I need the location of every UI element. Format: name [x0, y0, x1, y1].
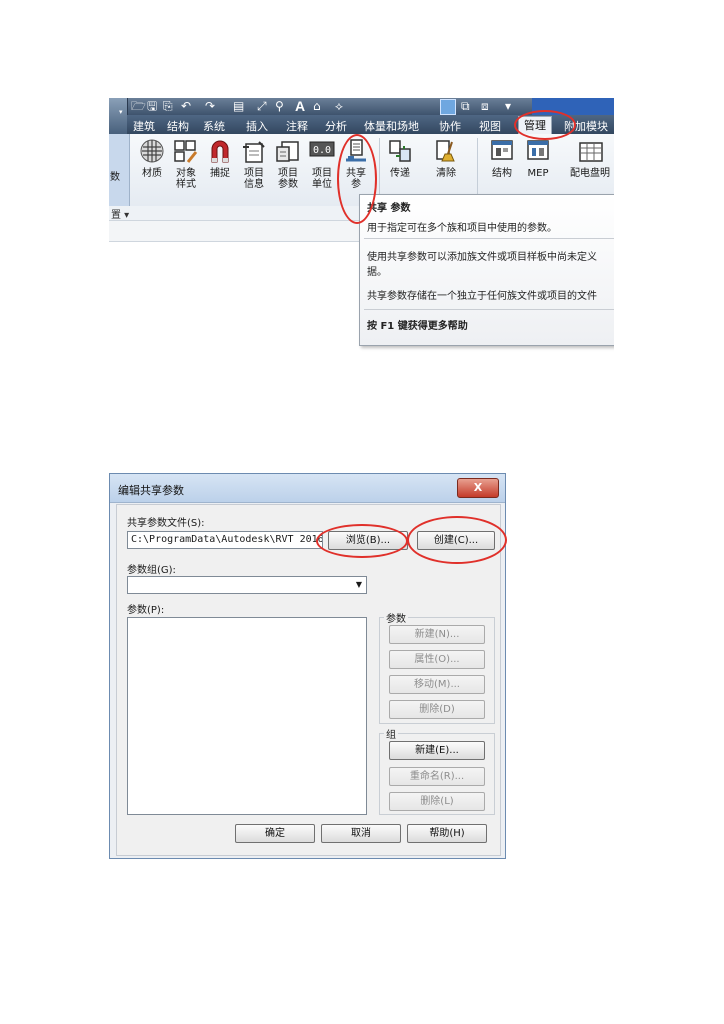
tooltip-detail-1b: 据。	[367, 267, 387, 278]
measure-icon[interactable]: ⤢	[257, 99, 267, 113]
delete-parameter-button[interactable]: 删除(D)	[389, 700, 485, 719]
panel-separator	[379, 138, 380, 196]
sync-icon[interactable]: ⎘	[163, 99, 173, 113]
annotation-circle-create	[407, 516, 507, 564]
shared-file-label: 共享参数文件(S):	[127, 518, 205, 529]
tab-collaborate[interactable]: 协作	[439, 118, 461, 134]
edit-shared-parameters-dialog: 编辑共享参数 X 共享参数文件(S): C:\ProgramData\Autod…	[109, 473, 507, 859]
shared-parameters-tooltip: 共享 参数 用于指定可在多个族和项目中使用的参数。 使用共享参数可以添加族文件或…	[359, 194, 614, 346]
tooltip-description: 用于指定可在多个族和项目中使用的参数。	[367, 223, 557, 234]
redo-icon[interactable]: ↷	[205, 99, 215, 113]
revit-ribbon-screenshot: ▾ 🗁 🖫 ⎘ ↶ ↷ ▤ ⤢ ⚲ A ⌂ ⟡ ⧉ ⧈ ▾ 建筑 结构 系统 插…	[109, 98, 614, 458]
panel-separator	[477, 138, 478, 196]
tooltip-help-hint: 按 F1 键获得更多帮助	[367, 321, 468, 332]
tab-insert[interactable]: 插入	[246, 118, 268, 134]
dialog-title: 编辑共享参数	[118, 484, 184, 497]
new-parameter-button[interactable]: 新建(N)...	[389, 625, 485, 644]
cancel-button[interactable]: 取消	[321, 824, 401, 843]
tool-object-styles[interactable]: 对象 样式	[169, 138, 203, 190]
groups-group-caption: 组	[384, 726, 398, 741]
tool-transfer-project-standards[interactable]: 传递	[383, 138, 417, 179]
tool-snaps[interactable]: 捕捉	[203, 138, 237, 179]
close-button[interactable]: X	[457, 478, 499, 498]
3d-view-icon[interactable]: ⌂	[313, 99, 321, 113]
tooltip-divider	[364, 238, 614, 239]
tool-mep-settings[interactable]: MEP	[521, 138, 555, 179]
text-icon[interactable]: A	[295, 99, 305, 113]
dialog-title-bar: 编辑共享参数 X	[110, 474, 505, 503]
tab-view[interactable]: 视图	[479, 118, 501, 134]
thin-lines-icon[interactable]	[440, 99, 456, 115]
ok-button[interactable]: 确定	[235, 824, 315, 843]
new-group-button[interactable]: 新建(E)...	[389, 741, 485, 760]
ribbon-left-partial[interactable]: 数	[109, 134, 130, 206]
annotation-circle-browse	[316, 524, 408, 558]
tooltip-detail-1: 使用共享参数可以添加族文件或项目样板中尚未定义	[367, 252, 597, 263]
svg-text:0.0: 0.0	[313, 145, 331, 156]
object-styles-icon	[174, 140, 198, 163]
tool-material[interactable]: 材质	[135, 138, 169, 179]
print-icon[interactable]: ▤	[233, 99, 244, 113]
tooltip-divider	[364, 309, 614, 310]
tool-purge-unused[interactable]: 清除	[429, 138, 463, 179]
panel-settings-label[interactable]: 置 ▾	[111, 206, 129, 221]
parameters-list[interactable]	[127, 617, 367, 815]
save-icon[interactable]: 🖫	[147, 99, 157, 113]
annotation-circle-shared-parameters	[337, 134, 377, 224]
tab-structure[interactable]: 结构	[167, 118, 189, 134]
partial-tool-label: 数	[110, 172, 120, 183]
move-parameter-button[interactable]: 移动(M)...	[389, 675, 485, 694]
project-parameters-icon	[276, 141, 299, 162]
section-icon[interactable]: ⟡	[335, 99, 343, 113]
shared-file-path-input[interactable]: C:\ProgramData\Autodesk\RVT 2016\I	[127, 531, 323, 549]
application-menu-button[interactable]: ▾	[109, 98, 128, 134]
tab-architecture[interactable]: 建筑	[133, 118, 155, 134]
tool-structural-settings[interactable]: 结构	[485, 138, 519, 179]
parameter-properties-button[interactable]: 属性(O)...	[389, 650, 485, 669]
open-icon[interactable]: 🗁	[131, 99, 146, 113]
close-hidden-icon[interactable]: ⧉	[461, 99, 470, 113]
project-units-icon: 0.0	[309, 141, 335, 157]
delete-group-button[interactable]: 删除(L)	[389, 792, 485, 811]
dropdown-arrow-icon: ▾	[119, 108, 123, 116]
tab-massing-site[interactable]: 体量和场地	[364, 118, 419, 134]
parameter-group-select[interactable]: ▼	[127, 576, 367, 594]
tool-project-information[interactable]: 项目 信息	[237, 138, 271, 190]
tool-project-parameters[interactable]: 项目 参数	[271, 138, 305, 190]
customize-qat-icon[interactable]: ▾	[505, 99, 511, 113]
tooltip-detail-2: 共享参数存储在一个独立于任何族文件或项目的文件	[367, 291, 597, 302]
tool-project-units[interactable]: 0.0 项目 单位	[305, 138, 339, 190]
tab-systems[interactable]: 系统	[203, 118, 225, 134]
snap-magnet-icon	[211, 140, 229, 163]
parameters-label: 参数(P):	[127, 605, 165, 616]
project-info-icon	[243, 141, 265, 163]
purge-icon	[436, 140, 455, 162]
parameters-group-caption: 参数	[384, 610, 408, 625]
parameter-group-label: 参数组(G):	[127, 565, 176, 576]
dimension-icon[interactable]: ⚲	[275, 99, 284, 113]
options-bar	[109, 221, 361, 242]
help-button[interactable]: 帮助(H)	[407, 824, 487, 843]
tool-panel-schedule[interactable]: 配电盘明	[565, 138, 614, 179]
structural-settings-icon	[491, 140, 513, 160]
switch-windows-icon[interactable]: ⧈	[481, 99, 489, 113]
rename-group-button[interactable]: 重命名(R)...	[389, 767, 485, 786]
tab-analyze[interactable]: 分析	[325, 118, 347, 134]
mep-settings-icon	[527, 140, 549, 160]
chevron-down-icon: ▼	[355, 580, 362, 589]
annotation-circle-manage-tab	[514, 110, 576, 140]
undo-icon[interactable]: ↶	[181, 99, 191, 113]
material-sphere-icon	[140, 139, 164, 163]
tab-annotate[interactable]: 注释	[286, 118, 308, 134]
panel-schedule-icon	[579, 142, 603, 162]
transfer-icon	[389, 140, 411, 162]
